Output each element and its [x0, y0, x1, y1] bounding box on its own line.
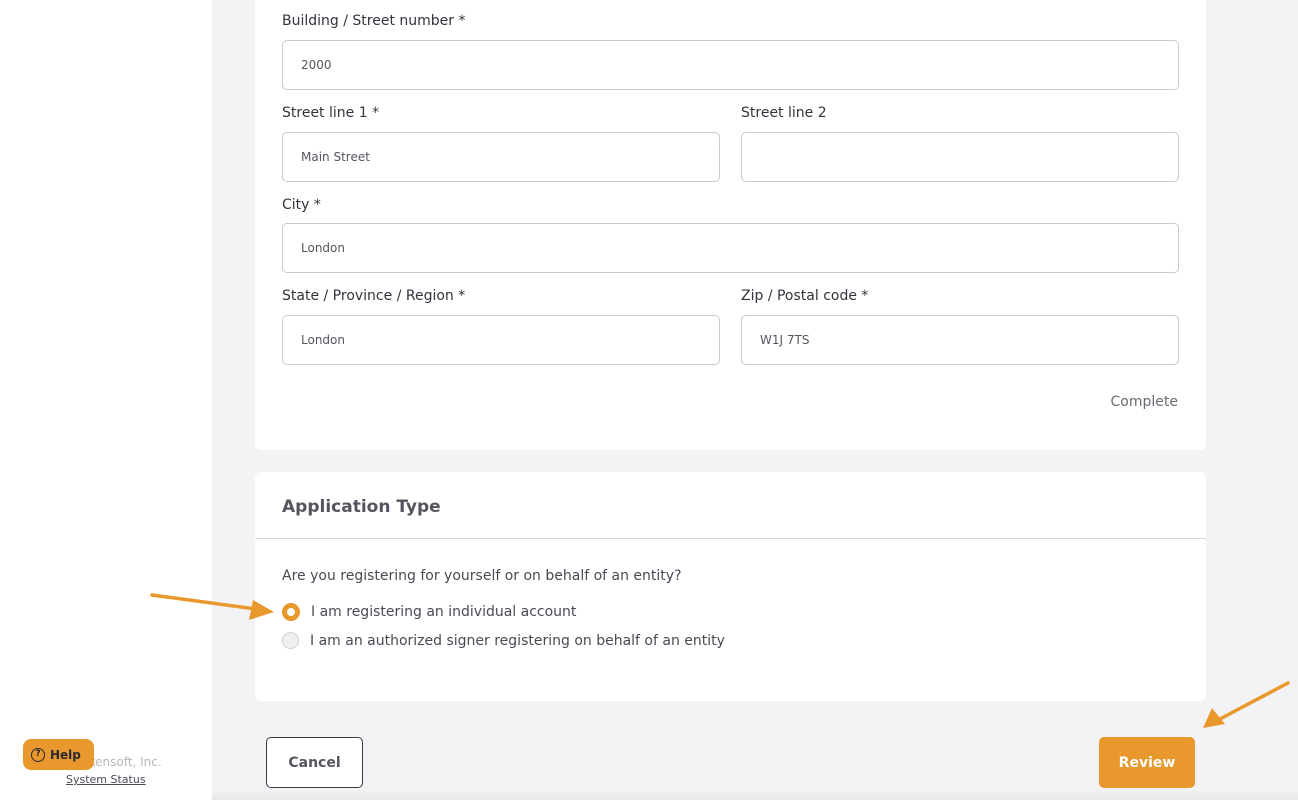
arrow-icon [150, 593, 274, 620]
building-input[interactable] [282, 40, 1179, 90]
radio-label-entity: I am an authorized signer registering on… [310, 632, 725, 649]
bottom-shade [212, 790, 1298, 800]
building-label: Building / Street number * [282, 13, 466, 29]
city-input[interactable] [282, 223, 1179, 273]
address-card: Building / Street number * Street line 1… [255, 0, 1206, 450]
divider [255, 538, 1206, 539]
sidebar [0, 0, 212, 800]
help-label: Help [50, 747, 81, 762]
arrow-icon [1203, 681, 1290, 728]
cancel-button[interactable]: Cancel [266, 737, 363, 788]
radio-label-individual: I am registering an individual account [311, 604, 577, 620]
system-status-link[interactable]: System Status [66, 773, 146, 786]
radio-button-checked[interactable] [282, 603, 300, 621]
application-type-question: Are you registering for yourself or on b… [282, 568, 682, 584]
zip-label: Zip / Postal code * [741, 288, 869, 304]
application-type-card: Application Type Are you registering for… [255, 472, 1206, 701]
zip-input[interactable] [741, 315, 1179, 365]
city-label: City * [282, 197, 321, 213]
radio-option-entity[interactable]: I am an authorized signer registering on… [282, 632, 725, 649]
street2-label: Street line 2 [741, 105, 827, 121]
state-label: State / Province / Region * [282, 288, 466, 304]
street1-input[interactable] [282, 132, 720, 182]
radio-button-unchecked[interactable] [282, 632, 299, 649]
radio-option-individual[interactable]: I am registering an individual account [282, 603, 576, 621]
state-input[interactable] [282, 315, 720, 365]
street2-input[interactable] [741, 132, 1179, 182]
application-type-title: Application Type [282, 497, 441, 517]
help-button[interactable]: ? Help [23, 739, 94, 770]
street1-label: Street line 1 * [282, 105, 380, 121]
section-status: Complete [1110, 394, 1178, 410]
review-button[interactable]: Review [1099, 737, 1195, 788]
question-circle-icon: ? [31, 747, 45, 762]
